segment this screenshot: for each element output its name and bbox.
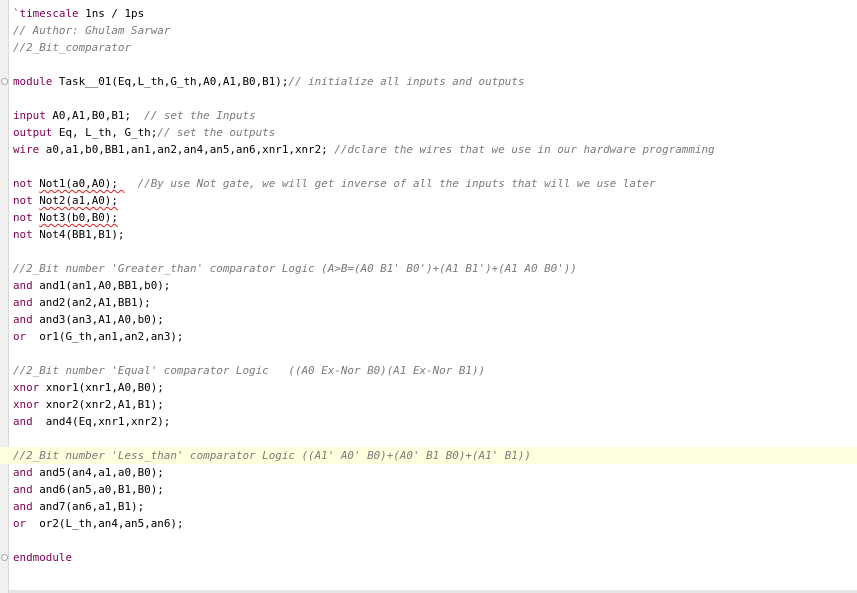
code-token: xnor1(xnr1,A0,B0); [39,381,164,394]
code-line[interactable]: `timescale 1ns / 1ps [0,5,857,22]
code-comment: // set the outputs [157,126,276,139]
code-line[interactable]: and and1(an1,A0,BB1,b0); [0,277,857,294]
code-line[interactable]: or or2(L_th,an4,an5,an6); [0,515,857,532]
code-comment: // Author: Ghulam Sarwar [13,24,171,37]
code-comment: //2_Bit number 'Equal' comparator Logic … [13,364,486,377]
code-line[interactable] [0,345,857,362]
code-line[interactable]: and and2(an2,A1,BB1); [0,294,857,311]
code-line[interactable]: wire a0,a1,b0,BB1,an1,an2,an4,an5,an6,xn… [0,141,857,158]
code-line[interactable]: not Not4(BB1,B1); [0,226,857,243]
code-line[interactable]: //2_Bit_comparator [0,39,857,56]
code-line[interactable]: xnor xnor2(xnr2,A1,B1); [0,396,857,413]
code-line[interactable]: and and6(an5,a0,B1,B0); [0,481,857,498]
code-keyword: not [13,228,33,241]
code-line[interactable]: not Not1(a0,A0); //By use Not gate, we w… [0,175,857,192]
code-keyword: wire [13,143,40,156]
code-token: or1(G_th,an1,an2,an3); [26,330,184,343]
code-line[interactable]: endmodule [0,549,857,566]
code-line[interactable] [0,56,857,73]
code-line[interactable]: not Not3(b0,B0); [0,209,857,226]
code-line[interactable]: or or1(G_th,an1,an2,an3); [0,328,857,345]
code-keyword: not [13,194,33,207]
code-token: and2(an2,A1,BB1); [32,296,151,309]
code-keyword: and [13,313,33,326]
code-keyword: and [13,483,33,496]
code-line[interactable] [0,158,857,175]
code-token: and4(Eq,xnr1,xnr2); [32,415,171,428]
code-line[interactable]: xnor xnor1(xnr1,A0,B0); [0,379,857,396]
code-line[interactable] [0,90,857,107]
code-keyword: xnor [13,381,40,394]
code-line[interactable]: //2_Bit number 'Equal' comparator Logic … [0,362,857,379]
code-token: a0,a1,b0,BB1,an1,an2,an4,an5,an6,xnr1,xn… [39,143,335,156]
code-token: and6(an5,a0,B1,B0); [32,483,164,496]
code-comment: //2_Bit number 'Greater_than' comparator… [13,262,577,275]
code-token: and7(an6,a1,B1); [32,500,145,513]
code-keyword: and [13,296,33,309]
code-editor[interactable]: `timescale 1ns / 1ps // Author: Ghulam Sa… [0,0,857,593]
code-line[interactable]: output Eq, L_th, G_th;// set the outputs [0,124,857,141]
code-error-token: Not3(b0,B0); [39,211,118,224]
code-directive: `timescale [13,7,79,20]
code-line[interactable]: // Author: Ghulam Sarwar [0,22,857,39]
code-line[interactable] [0,243,857,260]
code-token: Not4(BB1,B1); [32,228,125,241]
code-line[interactable]: not Not2(a1,A0); [0,192,857,209]
code-comment: //dclare the wires that we use in our ha… [334,143,715,156]
code-line[interactable]: and and7(an6,a1,B1); [0,498,857,515]
code-token: Task__01(Eq,L_th,G_th,A0,A1,B0,B1); [52,75,289,88]
code-keyword: input [13,109,46,122]
code-line[interactable] [0,532,857,549]
code-token: A0,A1,B0,B1; [45,109,145,122]
code-error-token: Not2(a1,A0); [39,194,118,207]
code-line[interactable]: //2_Bit number 'Greater_than' comparator… [0,260,857,277]
code-comment: // set the Inputs [144,109,256,122]
code-keyword: and [13,500,33,513]
code-keyword: or [13,517,27,530]
code-token: and5(an4,a1,a0,B0); [32,466,164,479]
code-comment: //By use Not gate, we will get inverse o… [137,177,656,190]
code-keyword: xnor [13,398,40,411]
code-token: xnor2(xnr2,A1,B1); [39,398,164,411]
code-token: or2(L_th,an4,an5,an6); [26,517,184,530]
code-line[interactable]: and and4(Eq,xnr1,xnr2); [0,413,857,430]
code-token: Eq, L_th, G_th; [52,126,158,139]
code-comment: // initialize all inputs and outputs [288,75,525,88]
code-error-token: Not1(a0,A0); [39,177,125,190]
code-keyword: not [13,211,33,224]
code-keyword: not [13,177,33,190]
code-comment: //2_Bit_comparator [13,41,132,54]
code-line[interactable]: module Task__01(Eq,L_th,G_th,A0,A1,B0,B1… [0,73,857,90]
code-keyword: or [13,330,27,343]
code-comment: //2_Bit number 'Less_than' comparator Lo… [13,449,531,462]
code-token: 1ns / 1ps [78,7,145,20]
code-keyword: module [13,75,53,88]
code-line[interactable]: //2_Bit number 'Less_than' comparator Lo… [0,447,857,464]
code-keyword: and [13,279,33,292]
code-line[interactable] [0,430,857,447]
code-token: and3(an3,A1,A0,b0); [32,313,164,326]
code-line[interactable]: and and3(an3,A1,A0,b0); [0,311,857,328]
code-token: and1(an1,A0,BB1,b0); [32,279,171,292]
code-line[interactable]: and and5(an4,a1,a0,B0); [0,464,857,481]
code-keyword: endmodule [13,551,73,564]
code-keyword: output [13,126,53,139]
code-keyword: and [13,466,33,479]
code-line[interactable]: input A0,A1,B0,B1; // set the Inputs [0,107,857,124]
code-keyword: and [13,415,33,428]
